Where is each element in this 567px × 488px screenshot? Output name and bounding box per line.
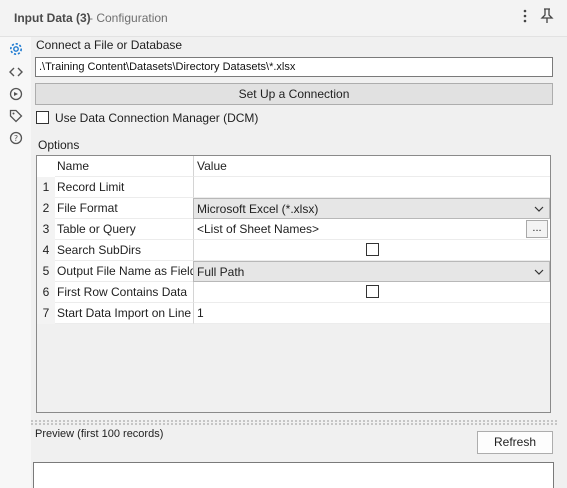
output-filename-dropdown[interactable]: Full Path: [193, 261, 550, 282]
window-title: Input Data (3): [14, 11, 91, 25]
file-path-input[interactable]: [35, 57, 553, 77]
option-name: Search SubDirs: [55, 240, 211, 261]
first-row-data-cell: [193, 282, 550, 303]
option-name: Record Limit: [55, 177, 211, 198]
row-number: 6: [37, 282, 55, 303]
file-format-dropdown[interactable]: Microsoft Excel (*.xlsx): [193, 198, 550, 219]
option-name: Start Data Import on Line: [55, 303, 211, 324]
table-row: 7 Start Data Import on Line 1: [37, 303, 550, 324]
start-import-line-field[interactable]: 1: [193, 303, 550, 324]
search-subdirs-checkbox[interactable]: [366, 243, 379, 256]
file-format-value: Microsoft Excel (*.xlsx): [197, 202, 319, 216]
browse-ellipsis-button[interactable]: ...: [526, 220, 548, 238]
record-limit-field[interactable]: [193, 177, 550, 198]
dcm-label: Use Data Connection Manager (DCM): [55, 111, 259, 125]
table-row: 5 Output File Name as Field Full Path: [37, 261, 550, 282]
search-subdirs-cell: [193, 240, 550, 261]
preview-area: [33, 462, 554, 488]
table-row: 3 Table or Query <List of Sheet Names> .…: [37, 219, 550, 240]
config-sidebar: ?: [0, 37, 31, 488]
refresh-button[interactable]: Refresh: [477, 431, 553, 454]
table-query-value: <List of Sheet Names>: [197, 222, 320, 236]
column-header-value: Value: [193, 156, 550, 177]
pin-icon[interactable]: [540, 8, 556, 28]
row-number: 7: [37, 303, 55, 324]
output-filename-value: Full Path: [197, 265, 245, 279]
option-name: Output File Name as Field: [55, 261, 211, 282]
table-row: 1 Record Limit: [37, 177, 550, 198]
table-row: 4 Search SubDirs: [37, 240, 550, 261]
column-header-name: Name: [55, 156, 211, 177]
row-number: 3: [37, 219, 55, 240]
help-icon[interactable]: ?: [7, 129, 25, 147]
code-icon[interactable]: [7, 63, 25, 81]
grid-header: Name Value: [37, 156, 550, 177]
more-options-icon[interactable]: [519, 9, 531, 27]
row-number: 4: [37, 240, 55, 261]
preview-label: Preview (first 100 records): [35, 428, 164, 440]
first-row-data-checkbox[interactable]: [366, 285, 379, 298]
panel-splitter[interactable]: [31, 420, 559, 426]
connect-label: Connect a File or Database: [36, 38, 183, 52]
row-number: 5: [37, 261, 55, 282]
chevron-down-icon: [534, 269, 544, 275]
title-bar: Input Data (3) - Configuration: [0, 0, 567, 37]
svg-text:?: ?: [14, 134, 18, 143]
tag-icon[interactable]: [7, 107, 25, 125]
options-label: Options: [38, 138, 80, 152]
row-number: 1: [37, 177, 55, 198]
options-grid: Name Value 1 Record Limit 2 File Format …: [36, 155, 551, 413]
row-number: 2: [37, 198, 55, 219]
plugin-icon[interactable]: [7, 85, 25, 103]
option-name: First Row Contains Data: [55, 282, 211, 303]
table-row: 2 File Format Microsoft Excel (*.xlsx): [37, 198, 550, 219]
table-query-field[interactable]: <List of Sheet Names> ...: [193, 219, 550, 240]
chevron-down-icon: [534, 206, 544, 212]
gear-icon[interactable]: [7, 40, 25, 58]
table-row: 6 First Row Contains Data: [37, 282, 550, 303]
window-subtitle: - Configuration: [89, 11, 168, 25]
option-name: Table or Query: [55, 219, 211, 240]
setup-connection-button[interactable]: Set Up a Connection: [35, 83, 553, 105]
dcm-checkbox[interactable]: [36, 111, 49, 124]
option-name: File Format: [55, 198, 211, 219]
